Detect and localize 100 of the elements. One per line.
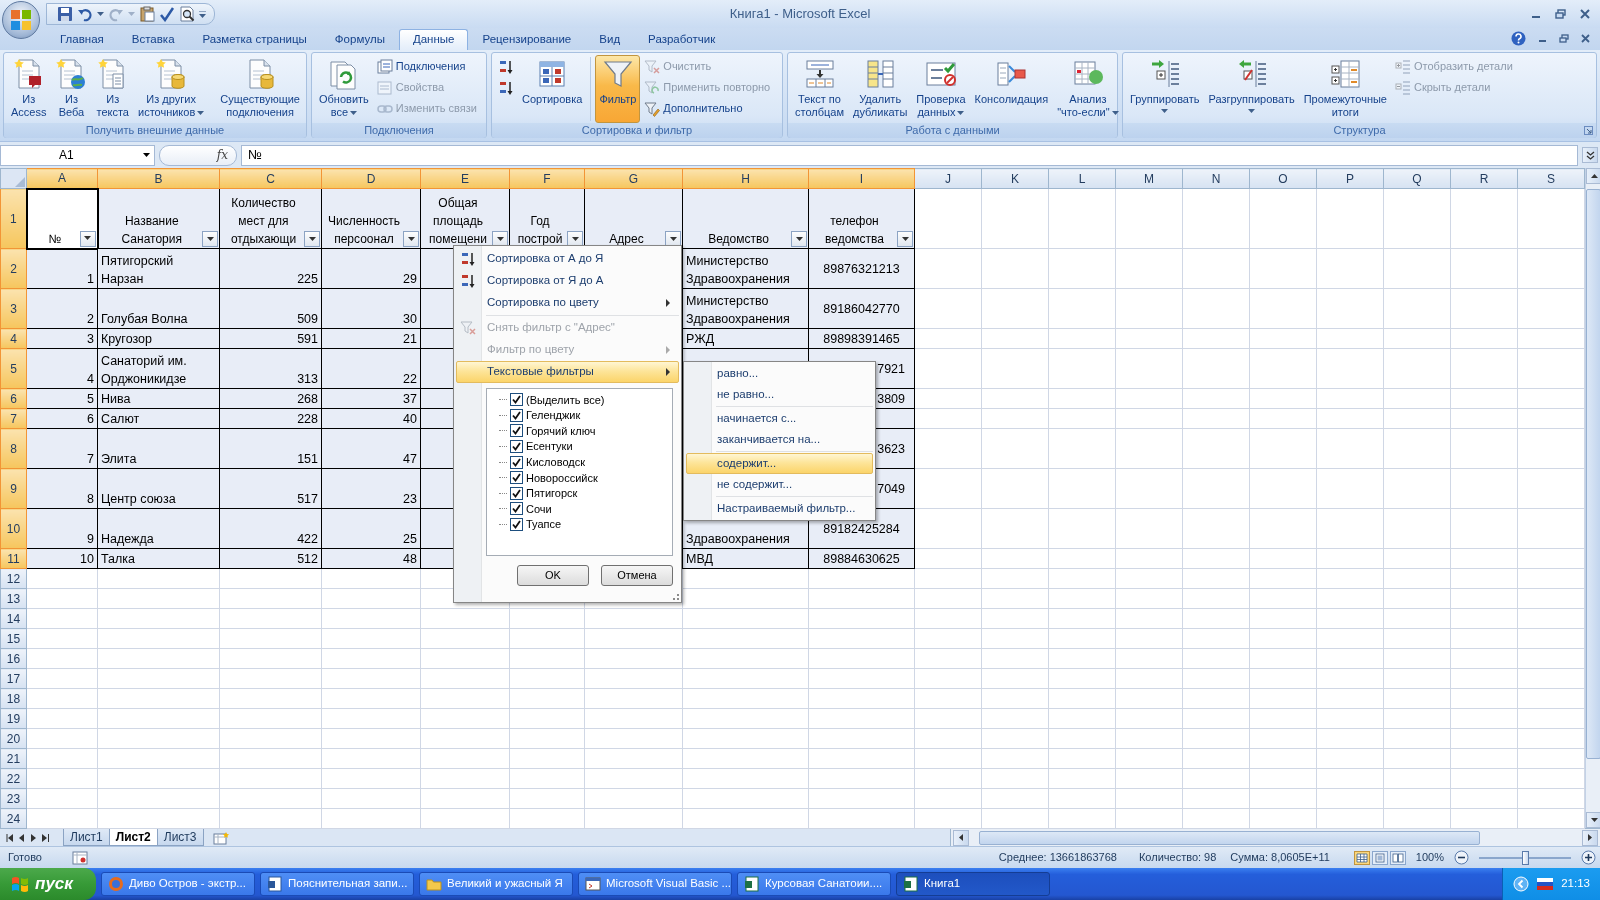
ribbon-button[interactable]: Разгруппировать	[1204, 55, 1299, 123]
ribbon-tab[interactable]: Данные	[398, 29, 469, 50]
row-header[interactable]: 13	[0, 588, 27, 609]
ribbon-button[interactable]: Промежуточные итоги	[1299, 55, 1391, 123]
column-header[interactable]: H	[682, 168, 809, 189]
taskbar-button[interactable]: Книга1	[896, 872, 1050, 896]
close-icon[interactable]	[1581, 34, 1590, 43]
menu-item[interactable]: Текстовые фильтры	[456, 361, 679, 383]
caret-icon[interactable]	[97, 12, 104, 16]
column-header[interactable]: F	[509, 168, 585, 189]
column-header[interactable]: Q	[1383, 168, 1451, 189]
ribbon-button[interactable]: Существующие подключения	[216, 55, 304, 123]
customize-icon[interactable]	[199, 10, 206, 18]
view-button[interactable]	[1389, 850, 1406, 865]
ribbon-tab[interactable]: Вид	[585, 29, 635, 50]
row-header[interactable]: 14	[0, 608, 27, 629]
ribbon-button[interactable]: Удалить дубликаты	[849, 55, 912, 123]
row-header[interactable]: 8	[0, 428, 27, 469]
column-header[interactable]: M	[1115, 168, 1183, 189]
row-header[interactable]: 19	[0, 708, 27, 729]
column-header[interactable]: I	[808, 168, 915, 189]
resize-grip-icon[interactable]	[672, 593, 679, 600]
chevron-icon[interactable]	[1513, 876, 1530, 892]
undo-icon[interactable]	[77, 6, 93, 22]
column-header[interactable]: J	[914, 168, 982, 189]
row-header[interactable]: 17	[0, 668, 27, 689]
row-header[interactable]: 24	[0, 808, 27, 829]
menu-item[interactable]: не содержит...	[686, 474, 873, 495]
scrollbar-thumb[interactable]	[1586, 189, 1600, 759]
checkbox[interactable]	[510, 408, 523, 422]
scrollbar-thumb[interactable]	[979, 830, 1480, 845]
scroll-left-button[interactable]	[953, 829, 969, 846]
ribbon-button[interactable]: Обновить все	[315, 55, 373, 123]
horizontal-scrollbar[interactable]	[950, 829, 1600, 846]
row-header[interactable]: 12	[0, 568, 27, 589]
taskbar-button[interactable]: Пояснительная запи...	[260, 872, 414, 896]
zoom-in-icon[interactable]	[1581, 850, 1596, 865]
zoom-out-icon[interactable]	[1454, 850, 1469, 865]
column-header[interactable]: P	[1316, 168, 1384, 189]
ribbon-tab[interactable]: Вставка	[117, 29, 189, 50]
sheet-tab[interactable]: Лист3	[156, 829, 204, 846]
ribbon-button[interactable]: Анализ "что-если"	[1053, 55, 1123, 123]
save-icon[interactable]	[57, 6, 73, 22]
sheet-tab[interactable]: Лист2	[108, 829, 158, 846]
scroll-right-button[interactable]	[1582, 829, 1598, 846]
filter-button[interactable]	[897, 231, 913, 247]
menu-item[interactable]: содержит...	[686, 453, 873, 474]
column-header[interactable]: S	[1517, 168, 1585, 189]
filter-button[interactable]	[304, 231, 320, 247]
row-header[interactable]: 23	[0, 788, 27, 809]
last-sheet-icon[interactable]	[42, 833, 50, 842]
checkbox[interactable]	[510, 518, 523, 532]
column-header[interactable]: D	[321, 168, 421, 189]
start-button[interactable]: пуск	[0, 868, 96, 900]
row-header[interactable]: 5	[0, 348, 27, 389]
menu-item[interactable]: начинается с...	[686, 408, 873, 429]
taskbar-button[interactable]: Курсовая Санатоии....	[737, 872, 891, 896]
ribbon-tab[interactable]: Рецензирование	[468, 29, 586, 50]
previous-sheet-icon[interactable]	[18, 833, 26, 842]
help-icon[interactable]	[1511, 31, 1526, 46]
dialog-button[interactable]: OK	[517, 565, 589, 586]
row-header[interactable]: 16	[0, 648, 27, 669]
menu-item[interactable]: равно...	[686, 363, 873, 384]
taskbar-button[interactable]: Великий и ужасный Я	[419, 872, 573, 896]
filter-button[interactable]	[202, 231, 218, 247]
zoom-level[interactable]: 100%	[1415, 849, 1444, 866]
vertical-scrollbar[interactable]	[1585, 168, 1600, 828]
scroll-up-button[interactable]	[1586, 168, 1600, 184]
row-header[interactable]: 2	[0, 248, 27, 289]
column-header[interactable]: R	[1450, 168, 1518, 189]
row-header[interactable]: 1	[0, 188, 27, 249]
ribbon-tab[interactable]: Разметка страницы	[188, 29, 321, 50]
ribbon-tab[interactable]: Главная	[46, 29, 118, 50]
checkbox[interactable]	[510, 440, 523, 454]
row-header[interactable]: 22	[0, 768, 27, 789]
menu-item[interactable]: Сортировка по цвету	[456, 292, 679, 314]
checkbox[interactable]	[510, 424, 523, 438]
row-header[interactable]: 11	[0, 548, 27, 569]
dialog-launcher-icon[interactable]	[1584, 126, 1593, 135]
ribbon-button[interactable]: Из Access	[7, 55, 51, 123]
column-header[interactable]: K	[981, 168, 1049, 189]
ribbon-button[interactable]: Группировать	[1126, 55, 1204, 123]
column-header[interactable]: B	[97, 168, 220, 189]
zoom-slider[interactable]	[1479, 850, 1571, 865]
slider-thumb[interactable]	[1522, 850, 1529, 865]
filter-button[interactable]	[403, 231, 419, 247]
column-header[interactable]: O	[1249, 168, 1317, 189]
ribbon-button[interactable]: Проверка данных	[912, 55, 970, 123]
print-preview-icon[interactable]	[179, 6, 195, 22]
row-header[interactable]: 6	[0, 388, 27, 409]
ribbon-button[interactable]: Подключения	[373, 56, 480, 77]
first-sheet-icon[interactable]	[6, 833, 14, 842]
taskbar-button[interactable]: Microsoft Visual Basic ...	[578, 872, 732, 896]
filter-button[interactable]	[791, 231, 807, 247]
checkbox[interactable]	[510, 455, 523, 469]
ribbon-button[interactable]: Консолидация	[970, 55, 1053, 123]
row-header[interactable]: 4	[0, 328, 27, 349]
column-header[interactable]: N	[1182, 168, 1250, 189]
ribbon-tab[interactable]: Формулы	[320, 29, 399, 50]
flag-icon[interactable]	[1537, 878, 1554, 890]
